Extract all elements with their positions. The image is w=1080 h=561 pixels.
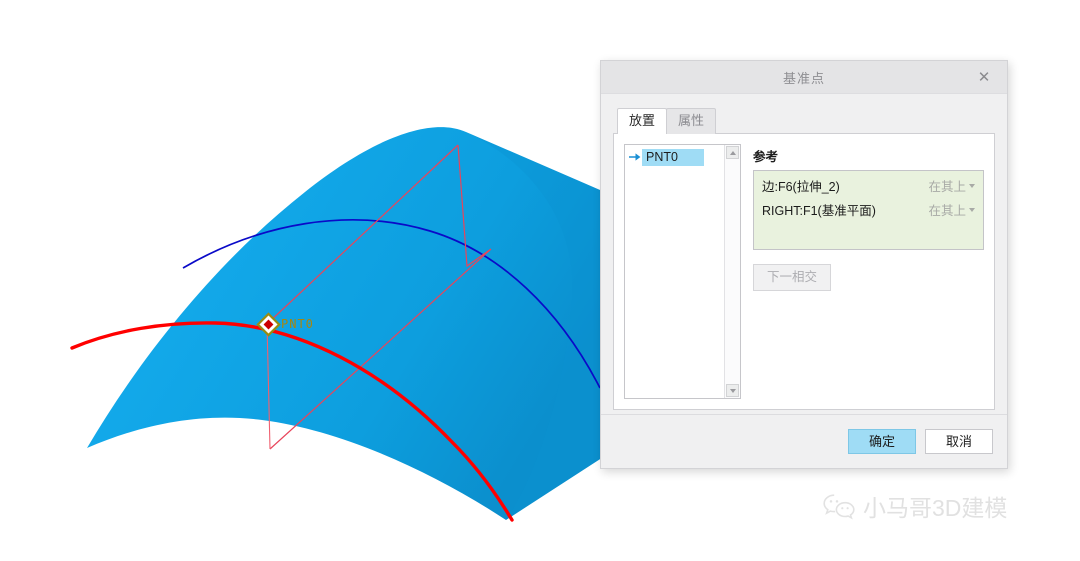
tab-properties[interactable]: 属性 bbox=[666, 108, 717, 134]
point-list-items: PNT0 bbox=[625, 145, 724, 398]
point-list[interactable]: PNT0 bbox=[624, 144, 741, 399]
cancel-button[interactable]: 取消 bbox=[925, 429, 993, 454]
reference-name: 边:F6(拉伸_2) bbox=[762, 180, 840, 194]
datum-point-dialog: 基准点 ✕ 放置 属性 PNT0 参考 边:F6(拉伸_2) 在其上 RIGHT… bbox=[600, 60, 1008, 469]
tabstrip: 放置 属性 bbox=[617, 107, 995, 134]
reference-constraint-dropdown[interactable]: 在其上 bbox=[922, 200, 975, 219]
chevron-down-icon bbox=[969, 207, 975, 212]
chevron-down-icon bbox=[969, 183, 975, 188]
scroll-up-button[interactable] bbox=[726, 146, 739, 159]
dialog-title: 基准点 bbox=[782, 70, 825, 86]
dialog-body: 放置 属性 PNT0 参考 边:F6(拉伸_2) 在其上 RIGHT:F1(基准… bbox=[601, 94, 1007, 414]
tab-placement[interactable]: 放置 bbox=[617, 108, 668, 134]
close-icon[interactable]: ✕ bbox=[971, 61, 997, 93]
chevron-down-icon bbox=[729, 388, 736, 393]
arrow-right-icon bbox=[628, 152, 642, 162]
reference-name: RIGHT:F1(基准平面) bbox=[762, 204, 876, 218]
list-scrollbar[interactable] bbox=[724, 145, 740, 398]
dialog-titlebar: 基准点 ✕ bbox=[601, 61, 1007, 94]
next-intersection-button[interactable]: 下一相交 bbox=[753, 264, 832, 291]
reference-constraint-label: 在其上 bbox=[928, 204, 966, 218]
point-label: PNT0 bbox=[281, 317, 314, 331]
placement-panel: PNT0 参考 边:F6(拉伸_2) 在其上 RIGHT:F1(基准平面) 在其… bbox=[613, 133, 995, 410]
reference-row-0[interactable]: 边:F6(拉伸_2) 在其上 bbox=[762, 176, 975, 195]
list-item-label: PNT0 bbox=[642, 148, 704, 166]
references-list[interactable]: 边:F6(拉伸_2) 在其上 RIGHT:F1(基准平面) 在其上 bbox=[753, 170, 984, 250]
scroll-down-button[interactable] bbox=[726, 384, 739, 397]
dialog-footer: 确定 取消 bbox=[601, 414, 1007, 468]
reference-constraint-dropdown[interactable]: 在其上 bbox=[922, 176, 975, 195]
chevron-up-icon bbox=[729, 150, 736, 155]
reference-row-1[interactable]: RIGHT:F1(基准平面) 在其上 bbox=[762, 200, 975, 219]
references-title: 参考 bbox=[753, 150, 779, 164]
list-item-pnt0[interactable]: PNT0 bbox=[625, 148, 724, 166]
ok-button[interactable]: 确定 bbox=[848, 429, 916, 454]
references-area: 参考 边:F6(拉伸_2) 在其上 RIGHT:F1(基准平面) 在其上 下一相… bbox=[753, 144, 984, 399]
reference-constraint-label: 在其上 bbox=[928, 180, 966, 194]
